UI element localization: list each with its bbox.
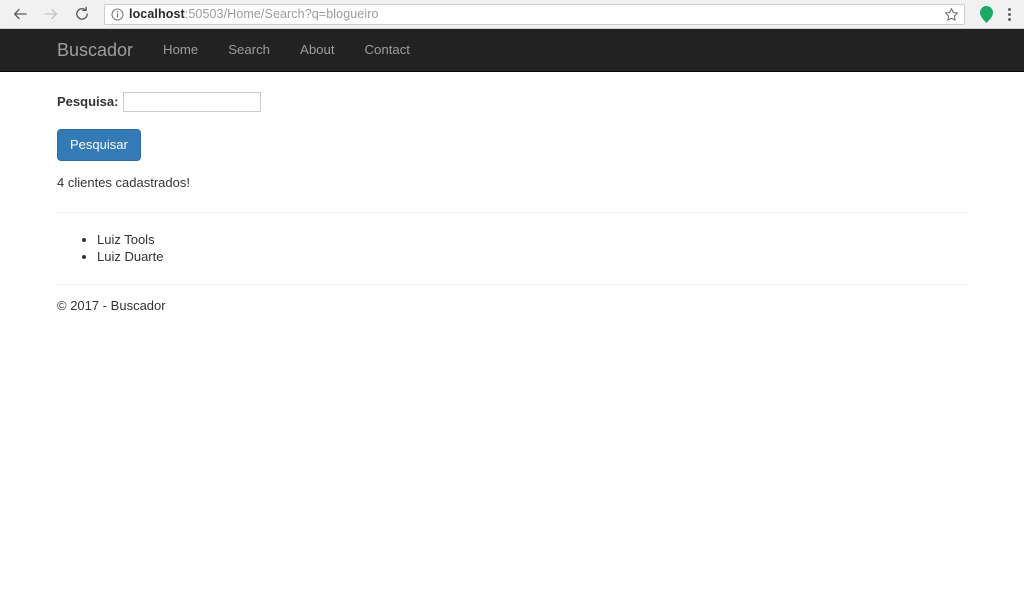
navbar-inner: Buscador Home Search About Contact bbox=[42, 29, 982, 71]
results-list: Luiz Tools Luiz Duarte bbox=[57, 232, 967, 265]
page-viewport: Buscador Home Search About Contact Pesqu… bbox=[0, 29, 1024, 589]
nav-item-contact: Contact bbox=[350, 29, 425, 71]
footer-divider bbox=[57, 284, 967, 285]
site-navbar: Buscador Home Search About Contact bbox=[0, 29, 1024, 72]
url-text: localhost:50503/Home/Search?q=blogueiro bbox=[129, 7, 938, 22]
list-item: Luiz Tools bbox=[97, 232, 967, 249]
menu-dot-icon bbox=[1007, 12, 1011, 16]
submit-search-button[interactable]: Pesquisar bbox=[57, 129, 141, 161]
reload-icon bbox=[74, 6, 90, 22]
address-bar[interactable]: localhost:50503/Home/Search?q=blogueiro bbox=[104, 3, 965, 25]
browser-toolbar: localhost:50503/Home/Search?q=blogueiro bbox=[0, 0, 1024, 29]
copyright-text: © 2017 - Buscador bbox=[57, 298, 166, 313]
browser-menu-button[interactable] bbox=[997, 2, 1021, 26]
nav-item-about: About bbox=[285, 29, 349, 71]
forward-button[interactable] bbox=[38, 1, 64, 27]
reload-button[interactable] bbox=[69, 1, 95, 27]
search-label: Pesquisa: bbox=[57, 94, 119, 109]
main-content: Pesquisa: Pesquisar 4 clientes cadastrad… bbox=[42, 72, 982, 265]
page-footer: © 2017 - Buscador bbox=[42, 284, 982, 315]
nav-link-contact[interactable]: Contact bbox=[350, 29, 425, 71]
search-row: Pesquisa: bbox=[57, 92, 967, 112]
back-button[interactable] bbox=[7, 1, 33, 27]
list-item: Luiz Duarte bbox=[97, 249, 967, 266]
nav-link-home[interactable]: Home bbox=[148, 29, 213, 71]
back-arrow-icon bbox=[12, 6, 28, 22]
nav-item-home: Home bbox=[148, 29, 213, 71]
extension-icon[interactable] bbox=[975, 3, 997, 25]
search-form: Pesquisa: Pesquisar bbox=[57, 92, 967, 161]
url-path: :50503/Home/Search?q=blogueiro bbox=[184, 6, 379, 21]
nav-item-search: Search bbox=[213, 29, 285, 71]
navbar-links: Home Search About Contact bbox=[148, 29, 425, 71]
menu-dot-icon bbox=[1007, 7, 1011, 11]
info-circle-icon[interactable] bbox=[111, 8, 124, 21]
search-input[interactable] bbox=[123, 92, 262, 112]
status-text: 4 clientes cadastrados! bbox=[57, 175, 190, 190]
nav-link-search[interactable]: Search bbox=[213, 29, 285, 71]
nav-link-about[interactable]: About bbox=[285, 29, 349, 71]
bookmark-star-icon[interactable] bbox=[942, 5, 960, 23]
menu-dot-icon bbox=[1007, 17, 1011, 21]
content-divider-top bbox=[57, 212, 967, 213]
navbar-brand[interactable]: Buscador bbox=[42, 29, 148, 71]
url-host: localhost bbox=[129, 6, 185, 21]
forward-arrow-icon bbox=[43, 6, 59, 22]
